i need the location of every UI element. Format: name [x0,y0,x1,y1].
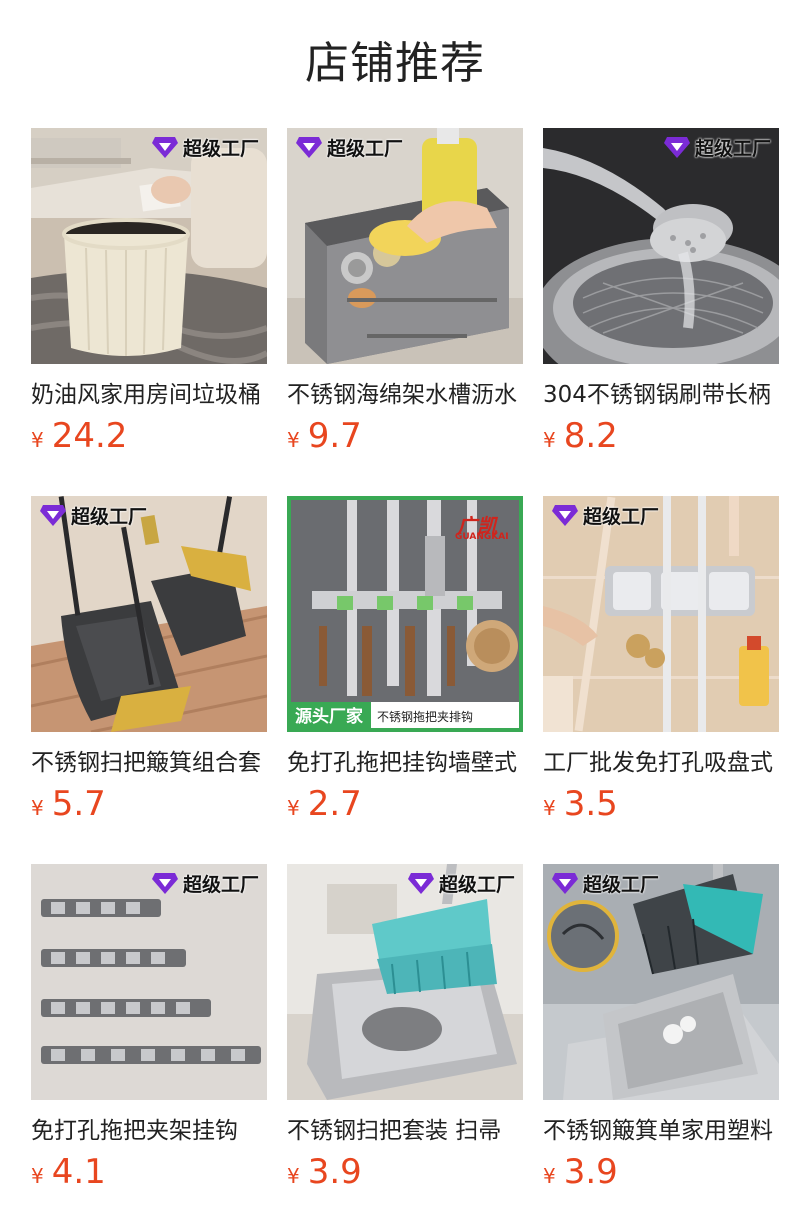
product-name[interactable]: 免打孔拖把夹架挂钩 [31,1114,267,1148]
diamond-icon [151,137,178,158]
product-image[interactable]: 超级工厂 [31,128,267,364]
product-card[interactable]: 超级工厂 不锈钢扫把套装 扫帚 ¥ 3.9 [287,864,523,1204]
product-card[interactable]: 超级工厂 奶油风家用房间垃圾桶 ¥ 24.2 [31,128,267,468]
currency-symbol: ¥ [31,1164,44,1188]
source-factory-tag: 源头厂家 不锈钢拖把夹排钩 [287,702,523,732]
price-value: 3.9 [307,1152,362,1192]
product-image[interactable]: 超级工厂 [31,496,267,732]
tag-description: 不锈钢拖把夹排钩 [371,702,523,732]
product-image[interactable]: 超级工厂 [287,128,523,364]
currency-symbol: ¥ [543,796,556,820]
product-price: ¥ 5.7 [31,784,106,828]
tag-label: 源头厂家 [287,702,371,732]
currency-symbol: ¥ [543,1164,556,1188]
super-factory-badge: 超级工厂 [407,870,515,896]
product-name[interactable]: 不锈钢海绵架水槽沥水 [287,378,523,412]
product-price: ¥ 3.5 [543,784,618,828]
price-value: 9.7 [307,416,362,456]
price-value: 3.9 [563,1152,618,1192]
product-name[interactable]: 免打孔拖把挂钩墙壁式 [287,746,523,780]
product-image[interactable]: 超级工厂 [287,864,523,1100]
price-value: 3.5 [563,784,618,824]
super-factory-badge: 超级工厂 [295,134,403,160]
product-card[interactable]: 超级工厂 不锈钢扫把簸箕组合套 ¥ 5.7 [31,496,267,836]
super-factory-badge: 超级工厂 [39,502,147,528]
price-value: 5.7 [51,784,106,824]
diamond-icon [663,137,690,158]
product-name[interactable]: 不锈钢扫把簸箕组合套 [31,746,267,780]
product-grid: 超级工厂 奶油风家用房间垃圾桶 ¥ 24.2 超级工厂 不锈钢海绵架水槽沥水 ¥… [0,0,790,1232]
product-name[interactable]: 304不锈钢锅刷带长柄 [543,378,779,412]
product-price: ¥ 3.9 [543,1152,618,1196]
currency-symbol: ¥ [31,428,44,452]
super-factory-badge: 超级工厂 [551,870,659,896]
product-card[interactable]: 广凯 GUANGKAI 源头厂家 不锈钢拖把夹排钩 免打孔拖把挂钩墙壁式 ¥ 2… [287,496,523,836]
product-image[interactable]: 超级工厂 [543,496,779,732]
currency-symbol: ¥ [287,796,300,820]
price-value: 4.1 [51,1152,106,1192]
product-image[interactable]: 超级工厂 [31,864,267,1100]
product-name[interactable]: 奶油风家用房间垃圾桶 [31,378,267,412]
brand-latin: GUANGKAI [455,532,509,542]
currency-symbol: ¥ [31,796,44,820]
product-name[interactable]: 工厂批发免打孔吸盘式 [543,746,779,780]
super-factory-badge: 超级工厂 [663,134,771,160]
product-name[interactable]: 不锈钢扫把套装 扫帚 [287,1114,523,1148]
price-value: 8.2 [563,416,618,456]
product-price: ¥ 3.9 [287,1152,362,1196]
price-value: 24.2 [51,416,128,456]
product-price: ¥ 8.2 [543,416,618,460]
currency-symbol: ¥ [543,428,556,452]
diamond-icon [552,505,578,526]
product-card[interactable]: 超级工厂 不锈钢海绵架水槽沥水 ¥ 9.7 [287,128,523,468]
super-factory-badge: 超级工厂 [151,870,259,896]
product-card[interactable]: 超级工厂 304不锈钢锅刷带长柄 ¥ 8.2 [543,128,779,468]
price-value: 2.7 [307,784,362,824]
product-image[interactable]: 超级工厂 [543,864,779,1100]
diamond-icon [296,137,322,158]
super-factory-badge: 超级工厂 [151,134,259,160]
diamond-icon [552,873,578,894]
product-card[interactable]: 超级工厂 工厂批发免打孔吸盘式 ¥ 3.5 [543,496,779,836]
product-card[interactable]: 超级工厂 不锈钢簸箕单家用塑料 ¥ 3.9 [543,864,779,1204]
currency-symbol: ¥ [287,1164,300,1188]
currency-symbol: ¥ [287,428,300,452]
product-price: ¥ 24.2 [31,416,127,460]
product-image[interactable]: 超级工厂 [543,128,779,364]
diamond-icon [407,873,434,894]
product-image[interactable]: 广凯 GUANGKAI 源头厂家 不锈钢拖把夹排钩 [287,496,523,732]
product-card[interactable]: 超级工厂 免打孔拖把夹架挂钩 ¥ 4.1 [31,864,267,1204]
product-price: ¥ 2.7 [287,784,362,828]
super-factory-badge: 超级工厂 [551,502,659,528]
diamond-icon [40,505,66,526]
product-price: ¥ 9.7 [287,416,362,460]
product-price: ¥ 4.1 [31,1152,106,1196]
product-name[interactable]: 不锈钢簸箕单家用塑料 [543,1114,779,1148]
diamond-icon [151,873,178,894]
